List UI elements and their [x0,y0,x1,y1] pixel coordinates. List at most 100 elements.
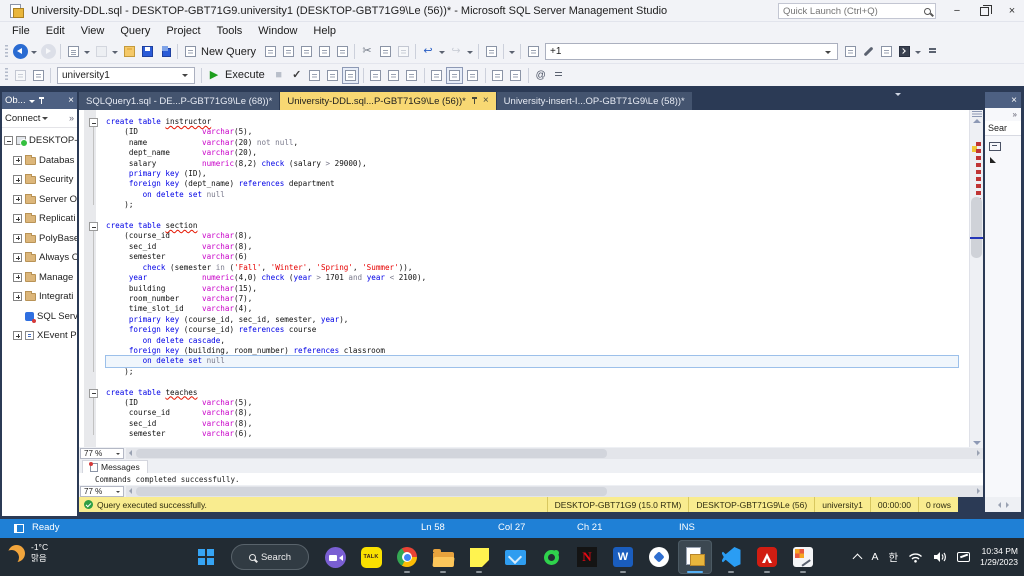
code-line[interactable]: create table instructor [106,117,958,127]
ime-korean-indicator[interactable]: 한 [889,550,899,565]
code-line[interactable]: foreign key (building, room_number) refe… [106,346,958,356]
execute-play-icon[interactable]: ▶ [207,68,222,83]
redo-icon[interactable]: ↪ [449,44,464,59]
connect-button[interactable]: Connect [5,113,40,124]
tree-item-integrati[interactable]: Integrati [2,287,77,307]
tree-item-replicati[interactable]: Replicati [2,209,77,229]
chevron-down-icon[interactable] [915,51,921,57]
close-icon[interactable]: × [1011,95,1017,106]
code-line[interactable]: name varchar(20) not null, [106,138,958,148]
undo-icon[interactable]: ↩ [421,44,436,59]
tree-item-xevent-p[interactable]: XEvent P [2,326,77,346]
db-user-icon[interactable] [368,68,383,83]
code-line[interactable] [106,211,958,221]
selection-box-icon[interactable] [484,44,499,59]
expand-icon[interactable] [13,156,22,165]
code-line[interactable]: on delete set null [106,190,958,200]
zoom-level-combobox[interactable]: +1 [545,43,838,60]
kakaotalk-icon[interactable]: TALK [354,540,388,574]
expand-icon[interactable] [13,331,22,340]
pin-icon[interactable] [471,97,478,105]
scroll-left-icon[interactable] [129,488,132,494]
overflow-icon[interactable] [925,44,940,59]
menu-edit[interactable]: Edit [38,23,73,39]
toolbar-overflow-icon[interactable]: » [69,113,74,123]
parse-check-icon[interactable]: ✓ [289,68,304,83]
document-tab[interactable]: University-DDL.sql...P-GBT71G9\Le (56))*… [280,92,495,110]
code-line[interactable]: (ID varchar(5), [106,127,958,137]
editor-zoom-combobox[interactable]: 77 % [80,448,124,459]
scrollbar-thumb[interactable] [136,487,607,496]
copy-icon[interactable] [378,44,393,59]
scrollbar-thumb[interactable] [136,449,607,458]
netflix-icon[interactable]: N [570,540,604,574]
code-line[interactable]: sec_id varchar(8), [106,242,958,252]
scroll-down-icon[interactable] [973,441,981,445]
query-doc-bak-icon[interactable] [335,44,350,59]
save-all-icon[interactable] [158,44,173,59]
restore-button[interactable] [980,7,989,16]
export-window-icon[interactable] [843,44,858,59]
collapse-region-icon[interactable] [89,389,98,398]
table-edit-icon[interactable] [429,68,444,83]
tree-item-desktop-[interactable]: DESKTOP- [2,131,77,151]
forward-arrow-icon[interactable] [41,44,56,59]
wrench-icon[interactable] [861,44,876,59]
expand-icon[interactable] [13,195,22,204]
expand-icon[interactable] [13,234,22,243]
console-icon[interactable] [897,44,912,59]
splitter-grip-icon[interactable] [972,111,982,117]
code-line[interactable]: ); [106,367,958,377]
code-line[interactable]: create table section [106,221,958,231]
tree-item-sql-serv[interactable]: SQL Serv [2,307,77,327]
chevron-down-icon[interactable] [42,117,48,123]
code-line[interactable]: course_id varchar(8), [106,408,958,418]
sticky-notes-icon[interactable] [462,540,496,574]
expand-icon[interactable] [13,253,22,262]
chevron-down-icon[interactable] [31,51,37,57]
connect-plug-icon[interactable] [31,68,46,83]
zoom-search-icon[interactable] [526,44,541,59]
menu-view[interactable]: View [73,23,113,39]
document-tab[interactable]: University-insert-I...OP-GBT71G9\Le (58)… [497,92,692,110]
new-file-icon[interactable] [66,44,81,59]
tree-item-server-o[interactable]: Server O [2,190,77,210]
folder-open-icon[interactable] [122,44,137,59]
code-line[interactable]: foreign key (course_id) references cours… [106,325,958,335]
chevron-down-icon[interactable] [509,51,515,57]
code-line[interactable]: sec_id varchar(8), [106,419,958,429]
new-query-button[interactable]: New Query [201,46,256,58]
code-line[interactable] [106,377,958,387]
document-tab[interactable]: SQLQuery1.sql - DE...P-GBT71G9\Le (68))* [79,92,279,110]
wifi-icon[interactable] [908,552,923,563]
disconnect-plug-icon[interactable] [13,68,28,83]
close-button[interactable]: × [1006,0,1018,22]
collapse-region-icon[interactable] [89,118,98,127]
expand-icon[interactable] [13,214,22,223]
folder-closed-icon[interactable] [94,44,109,59]
window-icon[interactable] [989,142,1001,151]
db-copy-icon[interactable] [404,68,419,83]
code-line[interactable]: (course_id varchar(8), [106,231,958,241]
circle-app-icon[interactable] [642,540,676,574]
cut-icon[interactable]: ✂ [360,44,375,59]
code-line[interactable]: salary numeric(8,2) check (salary > 2900… [106,159,958,169]
object-explorer-titlebar[interactable]: Ob... × [2,92,77,109]
picpick-icon[interactable] [786,540,820,574]
code-line[interactable]: check (semester in ('Fall', 'Winter', 'S… [106,263,958,273]
mail-icon[interactable] [498,540,532,574]
tab-close-icon[interactable]: × [483,96,489,106]
execute-button[interactable]: Execute [225,69,265,81]
acrobat-icon[interactable] [750,540,784,574]
start-button[interactable] [198,549,214,565]
menu-help[interactable]: Help [305,23,344,39]
taskbar-clock[interactable]: 10:34 PM 1/29/2023 [980,546,1018,569]
debug-db-icon[interactable] [307,68,322,83]
green-ring-icon[interactable] [534,540,568,574]
new-query-icon[interactable] [183,44,198,59]
hidden-icons-chevron[interactable] [853,554,863,564]
code-line[interactable]: semester varchar(6) [106,252,958,262]
menu-file[interactable]: File [4,23,38,39]
speaker-icon[interactable] [933,551,947,563]
code-line[interactable]: on delete cascade, [106,336,958,346]
